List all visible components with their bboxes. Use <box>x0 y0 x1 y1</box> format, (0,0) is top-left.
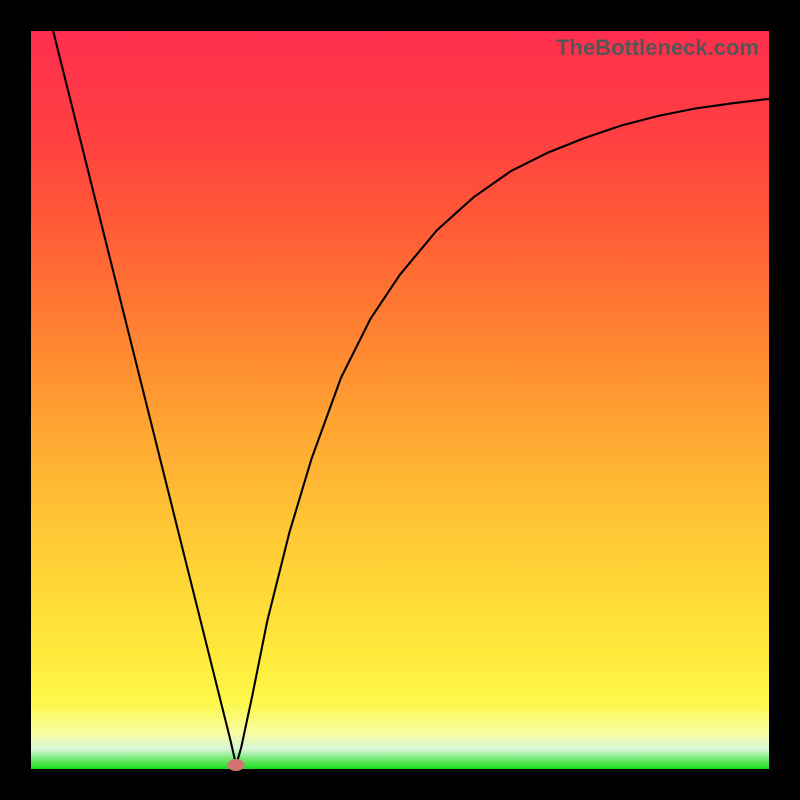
bottleneck-curve <box>53 31 769 765</box>
minimum-marker <box>228 759 245 771</box>
plot-area: TheBottleneck.com <box>31 31 769 769</box>
curve-layer <box>31 31 769 769</box>
chart-frame: TheBottleneck.com <box>0 0 800 800</box>
